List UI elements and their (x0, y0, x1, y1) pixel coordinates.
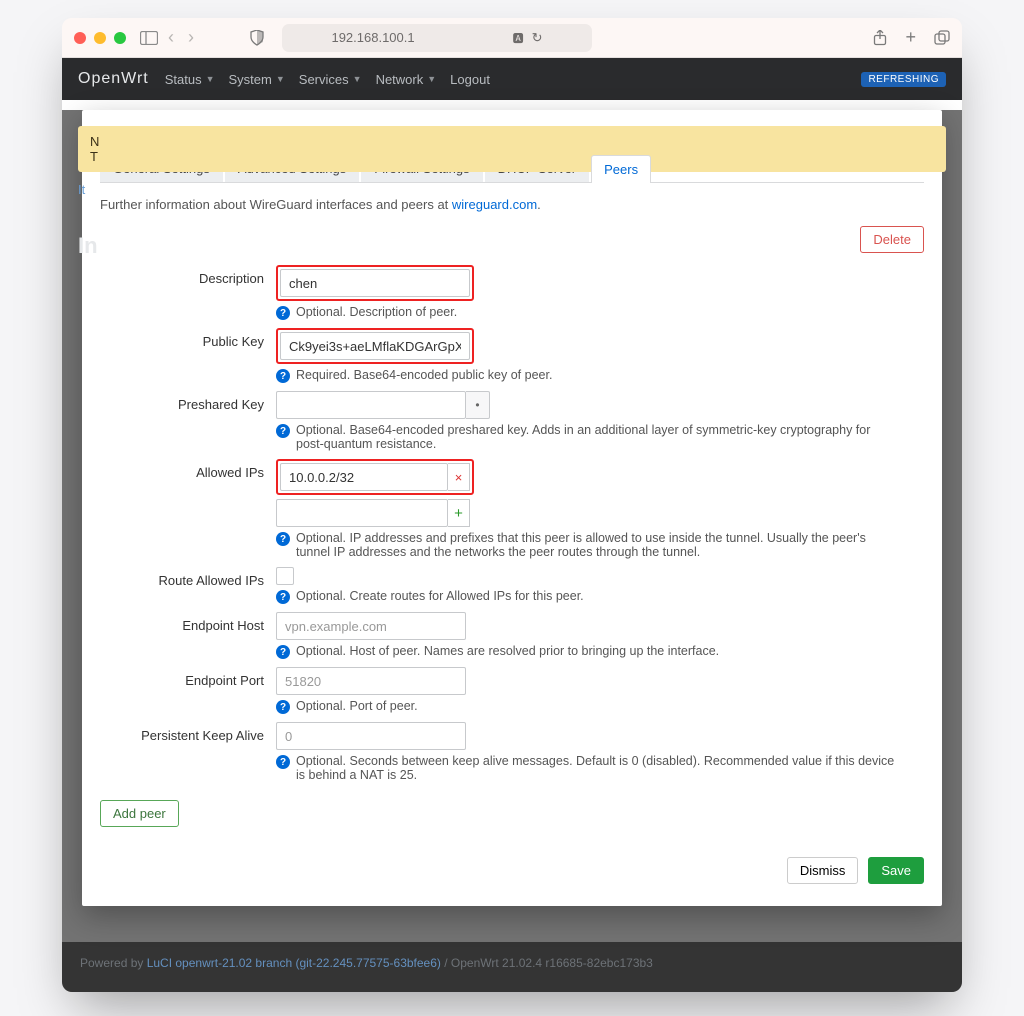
share-icon[interactable] (873, 30, 887, 46)
row-public-key: Public Key ? Required. Base64-encoded pub… (100, 320, 924, 383)
new-tab-icon[interactable]: + (905, 30, 916, 46)
nav-network[interactable]: Network▼ (376, 72, 437, 87)
help-icon[interactable]: ? (276, 306, 290, 320)
help-endpoint-host: Optional. Host of peer. Names are resolv… (296, 644, 719, 658)
page-footer: Powered by LuCI openwrt-21.02 branch (gi… (62, 942, 962, 992)
label-preshared-key: Preshared Key (100, 391, 276, 451)
help-public-key: Required. Base64-encoded public key of p… (296, 368, 552, 382)
row-allowed-ips: Allowed IPs × + (100, 451, 924, 559)
label-endpoint-port: Endpoint Port (100, 667, 276, 714)
keepalive-input[interactable] (276, 722, 466, 750)
zoom-window-icon[interactable] (114, 32, 126, 44)
dismiss-button[interactable]: Dismiss (787, 857, 859, 884)
tab-dhcp-server[interactable]: DHCP Server (485, 154, 590, 182)
nav-logout[interactable]: Logout (450, 72, 490, 87)
navbar: OpenWrt Status▼ System▼ Services▼ Networ… (62, 58, 962, 100)
row-endpoint-host: Endpoint Host ? Optional. Host of peer. N… (100, 604, 924, 659)
info-text: Further information about WireGuard inte… (100, 197, 924, 212)
route-allowed-checkbox[interactable] (276, 567, 294, 585)
footer-prefix: Powered by (80, 956, 147, 970)
row-endpoint-port: Endpoint Port ? Optional. Port of peer. (100, 659, 924, 714)
description-input[interactable] (280, 269, 470, 297)
highlight-allowed-ips: × (276, 459, 474, 495)
delete-button[interactable]: Delete (860, 226, 924, 253)
label-description: Description (100, 265, 276, 320)
remove-ip-icon[interactable]: × (448, 463, 470, 491)
privacy-shield-icon[interactable] (250, 30, 264, 46)
url-text: 192.168.100.1 (331, 30, 414, 45)
back-icon[interactable]: ‹ (168, 27, 174, 48)
public-key-input[interactable] (280, 332, 470, 360)
url-bar[interactable]: 192.168.100.1 🅰 ↻ (282, 24, 592, 52)
nav-services[interactable]: Services▼ (299, 72, 362, 87)
tab-peers[interactable]: Peers (591, 155, 651, 183)
forward-icon[interactable]: › (188, 27, 194, 48)
traffic-lights (74, 32, 126, 44)
luci-link[interactable]: LuCI openwrt-21.02 branch (git-22.245.77… (147, 956, 441, 970)
help-icon[interactable]: ? (276, 700, 290, 714)
brand[interactable]: OpenWrt (78, 70, 149, 88)
minimize-window-icon[interactable] (94, 32, 106, 44)
reveal-preshared-icon[interactable]: • (466, 391, 490, 419)
refreshing-badge: REFRESHING (861, 72, 946, 87)
allowed-ip-input[interactable] (280, 463, 448, 491)
toolbar-right: + (873, 30, 950, 46)
tabs: General Settings Advanced Settings Firew… (100, 154, 924, 183)
endpoint-port-input[interactable] (276, 667, 466, 695)
label-endpoint-host: Endpoint Host (100, 612, 276, 659)
nav-system[interactable]: System▼ (229, 72, 285, 87)
nav-status[interactable]: Status▼ (165, 72, 215, 87)
close-window-icon[interactable] (74, 32, 86, 44)
help-icon[interactable]: ? (276, 590, 290, 604)
sidebar-toggle-icon[interactable] (140, 31, 158, 45)
add-peer-button[interactable]: Add peer (100, 800, 179, 827)
help-endpoint-port: Optional. Port of peer. (296, 699, 418, 713)
allowed-ip-new-input[interactable] (276, 499, 448, 527)
translate-icon[interactable]: 🅰 (513, 30, 524, 46)
label-public-key: Public Key (100, 328, 276, 383)
row-description: Description ? Optional. Description of pe… (100, 257, 924, 320)
add-ip-icon[interactable]: + (448, 499, 470, 527)
help-icon[interactable]: ? (276, 755, 290, 769)
help-allowed-ips: Optional. IP addresses and prefixes that… (296, 531, 896, 559)
row-keepalive: Persistent Keep Alive ? Optional. Seconds… (100, 714, 924, 782)
tab-advanced-settings[interactable]: Advanced Settings (225, 154, 359, 182)
titlebar: ‹ › 192.168.100.1 🅰 ↻ + (62, 18, 962, 58)
label-route-allowed: Route Allowed IPs (100, 567, 276, 604)
tab-general-settings[interactable]: General Settings (100, 154, 223, 182)
wireguard-link[interactable]: wireguard.com (452, 197, 537, 212)
modal-footer: Dismiss Save (100, 827, 924, 884)
label-keepalive: Persistent Keep Alive (100, 722, 276, 782)
help-icon[interactable]: ? (276, 532, 290, 546)
help-keepalive: Optional. Seconds between keep alive mes… (296, 754, 896, 782)
label-allowed-ips: Allowed IPs (100, 459, 276, 559)
reload-icon[interactable]: ↻ (532, 30, 543, 46)
modal: Interfaces » WG0 General Settings Advanc… (82, 110, 942, 906)
save-button[interactable]: Save (868, 857, 924, 884)
footer-owrt: / OpenWrt 21.02.4 r16685-82ebc173b3 (441, 956, 653, 970)
endpoint-host-input[interactable] (276, 612, 466, 640)
highlight-description (276, 265, 474, 301)
highlight-public-key (276, 328, 474, 364)
modal-title: Interfaces » WG0 (100, 126, 924, 146)
preshared-key-input[interactable] (276, 391, 466, 419)
help-icon[interactable]: ? (276, 645, 290, 659)
tab-firewall-settings[interactable]: Firewall Settings (361, 154, 482, 182)
help-description: Optional. Description of peer. (296, 305, 457, 319)
help-route-allowed: Optional. Create routes for Allowed IPs … (296, 589, 584, 603)
row-route-allowed: Route Allowed IPs ? Optional. Create rout… (100, 559, 924, 604)
nav-arrows: ‹ › (168, 27, 194, 48)
help-preshared-key: Optional. Base64-encoded preshared key. … (296, 423, 896, 451)
row-preshared-key: Preshared Key • ? Optional. Base64-encode… (100, 383, 924, 451)
tabs-icon[interactable] (934, 30, 950, 46)
page-content: OpenWrt Status▼ System▼ Services▼ Networ… (62, 58, 962, 992)
browser-window: ‹ › 192.168.100.1 🅰 ↻ + OpenWrt Stat (62, 18, 962, 992)
modal-overlay: NT It In Interfaces » WG0 General Settin… (62, 110, 962, 992)
help-icon[interactable]: ? (276, 369, 290, 383)
help-icon[interactable]: ? (276, 424, 290, 438)
